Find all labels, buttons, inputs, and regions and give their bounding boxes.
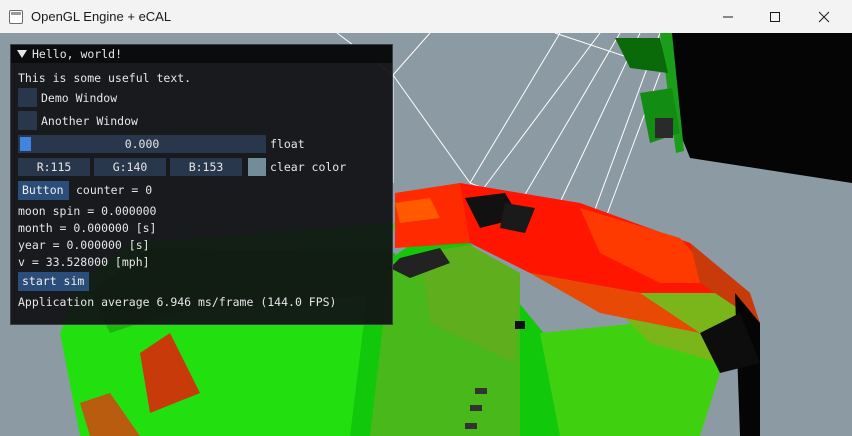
color-g-field[interactable]: G:140 xyxy=(94,158,166,176)
minimize-button[interactable] xyxy=(705,0,751,33)
collapse-arrow-icon[interactable] xyxy=(17,50,27,58)
maximize-button[interactable] xyxy=(752,0,798,33)
color-b-field[interactable]: B:153 xyxy=(170,158,242,176)
counter-label: counter = 0 xyxy=(76,183,153,197)
color-r-field[interactable]: R:115 xyxy=(18,158,90,176)
close-icon xyxy=(818,11,830,22)
year-text: year = 0.000000 [s] xyxy=(18,238,150,252)
title-bar[interactable]: OpenGL Engine + eCAL xyxy=(0,0,852,33)
moon-spin-text: moon spin = 0.000000 xyxy=(18,204,157,218)
useful-text: This is some useful text. xyxy=(18,71,192,85)
slider-value: 0.000 xyxy=(124,137,160,151)
close-button[interactable] xyxy=(801,0,847,33)
window-title: OpenGL Engine + eCAL xyxy=(31,9,172,24)
another-window-label: Another Window xyxy=(41,114,138,128)
demo-window-checkbox[interactable] xyxy=(18,88,37,107)
fps-text: Application average 6.946 ms/frame (144.… xyxy=(18,295,337,309)
button[interactable]: Button xyxy=(18,181,69,200)
app-window: OpenGL Engine + eCAL Hello, world! This … xyxy=(0,0,852,436)
clear-color-swatch[interactable] xyxy=(248,158,266,176)
imgui-title: Hello, world! xyxy=(32,47,123,61)
app-icon xyxy=(9,9,23,24)
another-window-checkbox[interactable] xyxy=(18,111,37,130)
minimize-icon xyxy=(723,16,733,17)
dark-block xyxy=(615,33,852,183)
imgui-window[interactable]: Hello, world! This is some useful text. … xyxy=(10,44,393,325)
clear-color-label: clear color xyxy=(270,160,347,174)
maximize-icon xyxy=(770,11,780,22)
start-sim-button[interactable]: start sim xyxy=(18,272,89,291)
demo-window-label: Demo Window xyxy=(41,91,118,105)
slider-label: float xyxy=(270,137,305,151)
imgui-title-bar[interactable]: Hello, world! xyxy=(11,45,392,63)
month-text: month = 0.000000 [s] xyxy=(18,221,157,235)
velocity-text: v = 33.528000 [mph] xyxy=(18,255,150,269)
float-slider[interactable]: 0.000 xyxy=(18,135,266,153)
